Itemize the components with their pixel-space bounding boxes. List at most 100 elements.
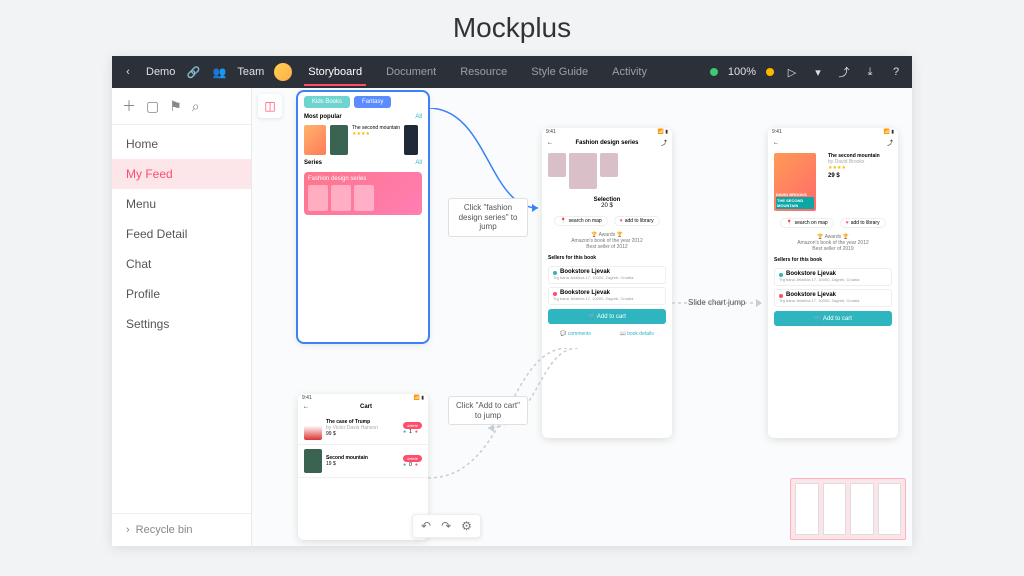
stars-icon: ★★★★ xyxy=(828,165,846,171)
back-icon: ← xyxy=(303,404,309,410)
delete-button: delete xyxy=(403,455,422,462)
tab-activity[interactable]: Activity xyxy=(608,58,651,86)
sidebar-item-profile[interactable]: Profile xyxy=(112,279,251,309)
detail-title: Fashion design series xyxy=(575,140,638,146)
share-icon: ⤴ xyxy=(661,138,667,147)
folder-icon[interactable]: ▢ xyxy=(146,98,159,115)
book2-price: 29 $ xyxy=(828,171,892,179)
tab-styleguide[interactable]: Style Guide xyxy=(527,58,592,86)
avatar[interactable] xyxy=(274,63,292,81)
signal-icon: 📶 ▮ xyxy=(658,129,668,135)
minimap[interactable] xyxy=(790,478,906,540)
bottom-tools: ↶ ↷ ⚙ xyxy=(412,514,481,538)
sidebar-item-settings[interactable]: Settings xyxy=(112,309,251,339)
foot-details: book details xyxy=(627,331,654,337)
add-to-cart-button: 🛒 Add to cart xyxy=(774,311,892,326)
plus-icon: ● xyxy=(415,462,418,468)
mock-book2[interactable]: 9:41 📶 ▮ ← ⤴ DAVID BROOKS THE SECOND MOUNT… xyxy=(768,128,898,438)
layers-icon[interactable]: ◫ xyxy=(258,94,282,118)
cart-title: Cart xyxy=(360,404,372,410)
add-icon[interactable]: ＋ xyxy=(122,96,136,116)
flag-icon[interactable]: ⚑ xyxy=(169,98,182,115)
sidebar-item-feeddetail[interactable]: Feed Detail xyxy=(112,219,251,249)
book-cover: DAVID BROOKS THE SECOND MOUNTAIN xyxy=(774,153,816,211)
top-toolbar: ‹ Demo 🔗 👥 Team Storyboard Document Reso… xyxy=(112,56,912,88)
sidebar: ＋ ▢ ⚑ ⌕ Home My Feed Menu Feed Detail Ch… xyxy=(112,88,252,546)
gear-icon[interactable]: ⚙ xyxy=(461,519,472,533)
pill-map: search on map xyxy=(795,220,828,226)
tab-document[interactable]: Document xyxy=(382,58,440,86)
undo-icon[interactable]: ↶ xyxy=(421,519,431,533)
sidebar-item-home[interactable]: Home xyxy=(112,129,251,159)
pill-lib: add to library xyxy=(625,218,654,224)
tab-storyboard[interactable]: Storyboard xyxy=(304,58,366,86)
search-icon[interactable]: ⌕ xyxy=(192,98,200,115)
sidebar-item-menu[interactable]: Menu xyxy=(112,189,251,219)
mock-feed[interactable]: Kids Books Fantasy Most popularAll The s… xyxy=(298,92,428,342)
annotation-fashion-jump[interactable]: Click "fashion design series" to jump xyxy=(448,198,528,237)
cart-thumb xyxy=(304,449,322,473)
map-marker-icon: 📍 xyxy=(560,218,566,224)
stars-icon: ★★★★ xyxy=(352,131,400,137)
team-label[interactable]: Team xyxy=(237,66,264,78)
chip-kids: Kids Books xyxy=(304,96,350,108)
recycle-bin[interactable]: Recycle bin xyxy=(112,513,251,546)
award-line: Best seller of 2012 xyxy=(545,244,669,250)
back-icon: ← xyxy=(547,140,553,146)
link-icon[interactable]: 🔗 xyxy=(185,64,201,80)
status-time: 9:41 xyxy=(302,395,312,401)
share-icon: ⤴ xyxy=(887,138,893,147)
minus-icon: ● xyxy=(403,429,406,435)
annotation-slide-jump[interactable]: Slide chart jump xyxy=(688,298,745,308)
sidebar-item-myfeed[interactable]: My Feed xyxy=(112,159,251,189)
status-time: 9:41 xyxy=(546,129,556,135)
add-to-cart-button: 🛒 Add to cart xyxy=(548,309,666,324)
play-icon[interactable]: ▷ xyxy=(784,64,800,80)
canvas[interactable]: ◫ Kids Books Fantasy Most popularAll The… xyxy=(252,88,912,546)
sellers-title: Sellers for this book xyxy=(542,253,672,263)
plus-icon: ● xyxy=(415,429,418,435)
zoom-label[interactable]: 100% xyxy=(728,66,756,78)
pill-lib: add to library xyxy=(851,220,880,226)
sidebar-item-chat[interactable]: Chat xyxy=(112,249,251,279)
heart-icon: ♥ xyxy=(846,220,849,226)
sellers-title: Sellers for this book xyxy=(768,255,898,265)
map-marker-icon: 📍 xyxy=(786,220,792,226)
cart-thumb xyxy=(304,416,322,440)
book-thumb xyxy=(304,125,326,155)
status-time: 9:41 xyxy=(772,129,782,135)
delete-button: delete xyxy=(403,422,422,429)
dropdown-icon[interactable]: ▾ xyxy=(810,64,826,80)
signal-icon: 📶 ▮ xyxy=(414,395,424,401)
heart-icon: ♥ xyxy=(620,218,623,224)
minus-icon: ● xyxy=(403,462,406,468)
annotation-cart-jump[interactable]: Click "Add to cart" to jump xyxy=(448,396,528,425)
section-popular: Most popular xyxy=(304,114,342,120)
coin-icon[interactable] xyxy=(766,68,774,76)
series-card: Fashion design series xyxy=(304,172,422,215)
help-icon[interactable]: ? xyxy=(888,64,904,80)
nav-list: Home My Feed Menu Feed Detail Chat Profi… xyxy=(112,125,251,513)
team-icon[interactable]: 👥 xyxy=(211,64,227,80)
download-icon[interactable]: ⤓ xyxy=(862,64,878,80)
seller-addr: Trg bana Jelačića 17, 10000, Zagreb, Cro… xyxy=(779,277,859,282)
signal-icon: 📶 ▮ xyxy=(884,129,894,135)
mock-cart[interactable]: 9:41📶 ▮ ←Cart The case of Trump by Victo… xyxy=(298,394,428,540)
back-icon[interactable]: ‹ xyxy=(120,64,136,80)
back-icon: ← xyxy=(773,140,779,146)
seller-addr: Trg bana Jelačića 17, 10000, Zagreb, Cro… xyxy=(553,296,633,301)
mock-detail[interactable]: 9:41📶 ▮ ←Fashion design series⤴ Selectio… xyxy=(542,128,672,438)
foot-comments: comments xyxy=(568,331,591,337)
pill-map: search on map xyxy=(569,218,602,224)
share-icon[interactable]: ⤴ xyxy=(836,64,852,80)
section-all: All xyxy=(415,114,422,120)
series-title: Fashion design series xyxy=(308,176,418,182)
section-all: All xyxy=(415,160,422,166)
tab-resource[interactable]: Resource xyxy=(456,58,511,86)
chip-fantasy: Fantasy xyxy=(354,96,391,108)
seller-addr: Trg bana Jelačića 17, 10000, Zagreb, Cro… xyxy=(553,275,633,280)
qty: 0 xyxy=(409,462,412,468)
price: 20 $ xyxy=(601,203,613,209)
project-name[interactable]: Demo xyxy=(146,66,175,78)
redo-icon[interactable]: ↷ xyxy=(441,519,451,533)
